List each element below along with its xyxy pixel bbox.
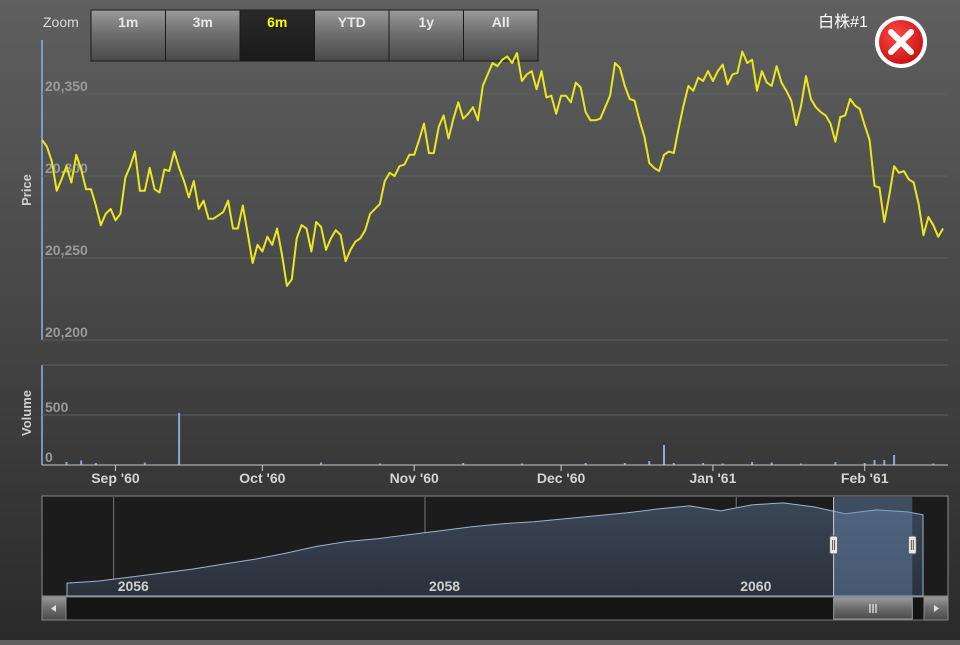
scrollbar-track[interactable] — [41, 596, 949, 621]
zoom-button-3m[interactable]: 3m — [165, 9, 241, 62]
volume-y-tick-label: 500 — [45, 399, 69, 415]
price-y-tick-label: 20,250 — [45, 242, 88, 258]
navigator-selected-range[interactable] — [833, 497, 913, 596]
volume-bar — [873, 460, 876, 465]
volume-y-ticks: 0 500 — [45, 399, 69, 465]
price-grid — [42, 93, 948, 341]
x-tick-label: Feb '61 — [841, 470, 889, 486]
x-tick-label: Oct '60 — [239, 470, 285, 486]
close-x-icon[interactable] — [875, 16, 927, 68]
volume-bar — [893, 455, 896, 465]
price-series — [41, 50, 944, 287]
x-tick-label: Dec '60 — [537, 470, 586, 486]
price-line — [41, 50, 944, 287]
stock-chart: Zoom 1m 3m 6m YTD 1y All 白株#1 20,200 20,250 20,… — [0, 0, 960, 640]
zoom-button-group: 1m 3m 6m YTD 1y All — [90, 9, 539, 62]
navigator: 2056 2058 2060 — [41, 495, 949, 597]
scroll-left-button[interactable] — [41, 596, 67, 621]
zoom-button-label: All — [492, 14, 510, 30]
zoom-button-label: 1y — [418, 14, 434, 30]
price-y-ticks: 20,20020,25020,30020,350 — [45, 78, 88, 340]
volume-bars — [65, 413, 935, 465]
chart-canvas: Zoom 1m 3m 6m YTD 1y All 白株#1 20,200 20,250 20,… — [19, 9, 949, 621]
zoom-button-ytd[interactable]: YTD — [314, 9, 390, 62]
zoom-button-1y[interactable]: 1y — [388, 9, 464, 62]
navigator-x-label: 2058 — [429, 578, 460, 594]
price-axis-title: Price — [19, 174, 34, 206]
volume-panel: 0 500 Volume Sep '60 Oct '60 Nov '60 Dec '60… — [19, 364, 948, 486]
zoom-label: Zoom — [43, 14, 79, 30]
x-axis-ticks: Sep '60 Oct '60 Nov '60 Dec '60 Jan '61 Feb '… — [91, 465, 889, 486]
navigator-left-handle[interactable] — [829, 535, 839, 555]
scrollbar[interactable] — [41, 596, 949, 621]
zoom-button-label: YTD — [338, 14, 366, 30]
volume-y-tick-label: 0 — [45, 449, 53, 465]
volume-bar — [178, 413, 181, 465]
zoom-button-1m[interactable]: 1m — [90, 9, 166, 62]
volume-axis-title: Volume — [19, 390, 34, 436]
stock-label: 白株#1 — [818, 13, 868, 31]
x-tick-label: Sep '60 — [91, 470, 140, 486]
volume-bar — [663, 445, 665, 465]
volume-bar — [80, 460, 83, 465]
price-y-tick-label: 20,200 — [45, 324, 88, 340]
navigator-right-handle[interactable] — [907, 535, 917, 555]
zoom-button-label: 6m — [267, 14, 287, 30]
scroll-right-button[interactable] — [923, 596, 949, 621]
volume-bar — [883, 460, 886, 465]
navigator-x-label: 2056 — [118, 578, 149, 594]
x-tick-label: Jan '61 — [689, 470, 736, 486]
zoom-button-all[interactable]: All — [463, 9, 539, 62]
zoom-button-label: 1m — [118, 14, 138, 30]
price-y-tick-label: 20,350 — [45, 78, 88, 94]
navigator-x-label: 2060 — [740, 578, 771, 594]
x-tick-label: Nov '60 — [390, 470, 439, 486]
zoom-button-6m[interactable]: 6m — [239, 9, 315, 62]
zoom-button-label: 3m — [193, 14, 213, 30]
scrollbar-thumb[interactable] — [833, 597, 913, 620]
volume-bar — [648, 461, 651, 465]
price-panel: 20,20020,25020,30020,350 Price — [19, 40, 948, 341]
